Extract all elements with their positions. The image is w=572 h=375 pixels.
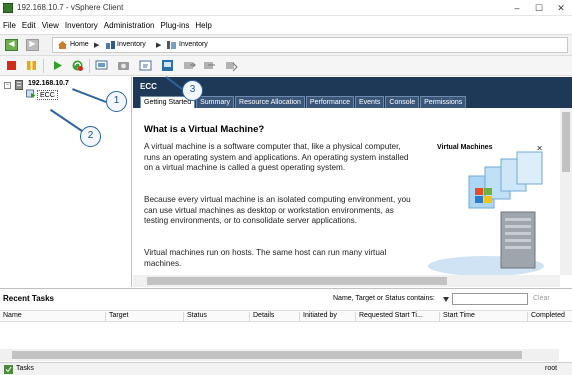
home-icon <box>58 41 67 49</box>
forward-arrow-icon: ▶ <box>29 39 36 48</box>
tab-permissions[interactable]: Permissions <box>420 96 467 108</box>
back-button[interactable]: ◀ <box>5 39 18 51</box>
filter-label: Name, Target or Status contains: <box>333 295 435 302</box>
column-details[interactable]: Details <box>250 312 300 322</box>
virtual-machines-illustration <box>428 151 544 275</box>
tab-console[interactable]: Console <box>385 96 420 108</box>
content-heading: What is a Virtual Machine? <box>144 124 265 135</box>
hosts-clusters-icon <box>167 41 176 49</box>
recent-tasks-title: Recent Tasks <box>3 294 54 303</box>
column-start-time[interactable]: Start Time <box>440 312 528 322</box>
clear-filter-button[interactable]: Clear <box>533 295 550 302</box>
close-window-button[interactable]: ✕ <box>550 0 572 16</box>
console-icon[interactable] <box>161 59 174 72</box>
menu-file[interactable]: File <box>3 21 16 30</box>
breadcrumb: Home ▶ Inventory ▶ Inventory <box>52 37 568 53</box>
toolbar-separator <box>89 59 90 73</box>
window-titlebar: 192.168.10.7 - vSphere Client – ☐ ✕ <box>0 0 572 16</box>
toolbar <box>0 56 572 76</box>
column-target[interactable]: Target <box>106 312 184 322</box>
column-initiated-by[interactable]: Initiated by <box>300 312 356 322</box>
content-paragraph-2: Because every virtual machine is an isol… <box>144 195 411 225</box>
tree-item-host[interactable]: 192.168.10.7 <box>28 80 69 87</box>
power-off-icon[interactable] <box>5 59 18 72</box>
menu-help[interactable]: Help <box>195 21 211 30</box>
breadcrumb-inventory-current[interactable]: Inventory <box>179 41 208 48</box>
menu-administration[interactable]: Administration <box>104 21 155 30</box>
menu-bar: File Edit View Inventory Administration … <box>0 16 572 34</box>
tab-performance[interactable]: Performance <box>305 96 354 108</box>
breadcrumb-separator-icon: ▶ <box>94 42 100 49</box>
snapshot-icon[interactable] <box>117 59 130 72</box>
vsphere-app-icon <box>3 3 13 13</box>
guest-os-icon[interactable] <box>95 59 108 72</box>
breadcrumb-inventory[interactable]: Inventory <box>117 41 146 48</box>
window-controls: – ☐ ✕ <box>506 0 572 16</box>
vm-powered-on-icon <box>26 89 36 98</box>
content-vertical-scrollbar[interactable] <box>560 108 572 275</box>
tab-summary[interactable]: Summary <box>196 96 235 108</box>
recent-tasks-panel: Recent Tasks Name, Target or Status cont… <box>0 288 572 361</box>
revert-snapshot-icon[interactable] <box>139 59 152 72</box>
tab-resource-allocation[interactable]: Resource Allocation <box>235 96 305 108</box>
tasks-table-header: Name Target Status Details Initiated by … <box>0 310 572 322</box>
status-user: root <box>545 365 558 372</box>
suspend-icon[interactable] <box>25 59 38 72</box>
status-bar: Tasks root <box>0 362 572 375</box>
callout-2: 2 <box>80 126 101 147</box>
inventory-icon <box>106 41 115 49</box>
callout-1: 1 <box>106 91 127 112</box>
content-paragraph-3: Virtual machines run on hosts. The same … <box>144 248 387 268</box>
vm-detail-pane: ECC Getting Started Summary Resource All… <box>133 77 572 287</box>
edit-settings-icon[interactable] <box>183 59 196 72</box>
navigation-bar: ◀ ▶ Home ▶ Inventory ▶ Inventory <box>0 34 572 56</box>
illustration-caption: Virtual Machines <box>437 144 493 151</box>
content-paragraph-1: A virtual machine is a software computer… <box>144 142 409 172</box>
tasks-icon <box>4 365 13 374</box>
window-title: 192.168.10.7 - vSphere Client <box>17 3 124 12</box>
clone-icon[interactable] <box>225 59 238 72</box>
power-on-icon[interactable] <box>51 59 64 72</box>
back-arrow-icon: ◀ <box>8 39 15 48</box>
collapse-toggle-icon[interactable]: − <box>4 82 11 89</box>
migrate-icon[interactable] <box>203 59 216 72</box>
menu-inventory[interactable]: Inventory <box>65 21 98 30</box>
task-filter-input[interactable] <box>452 293 528 305</box>
getting-started-content: What is a Virtual Machine? A virtual mac… <box>133 108 560 275</box>
reset-icon[interactable] <box>71 59 84 72</box>
tasks-horizontal-scrollbar[interactable] <box>0 349 559 361</box>
status-tasks-button[interactable]: Tasks <box>16 365 34 372</box>
minimize-button[interactable]: – <box>506 0 528 16</box>
menu-edit[interactable]: Edit <box>22 21 36 30</box>
column-requested-start-time[interactable]: Requested Start Ti... <box>356 312 440 322</box>
forward-button[interactable]: ▶ <box>26 39 39 51</box>
tasks-scroll-thumb[interactable] <box>12 351 522 359</box>
tab-events[interactable]: Events <box>355 96 385 108</box>
toolbar-separator <box>43 59 44 73</box>
tree-item-vm[interactable]: ECC <box>37 90 58 100</box>
filter-dropdown-icon[interactable] <box>443 297 449 302</box>
breadcrumb-separator-icon: ▶ <box>156 42 162 49</box>
vertical-scroll-thumb[interactable] <box>562 112 570 172</box>
column-status[interactable]: Status <box>184 312 250 322</box>
breadcrumb-home[interactable]: Home <box>70 41 89 48</box>
menu-plugins[interactable]: Plug-ins <box>160 21 189 30</box>
host-server-icon <box>15 80 23 90</box>
column-name[interactable]: Name <box>0 312 106 322</box>
maximize-button[interactable]: ☐ <box>528 0 550 16</box>
horizontal-scroll-thumb[interactable] <box>147 277 447 285</box>
content-horizontal-scrollbar[interactable] <box>133 275 560 287</box>
column-completed[interactable]: Completed <box>528 312 572 322</box>
panel-title: ECC <box>140 82 157 91</box>
menu-view[interactable]: View <box>42 21 59 30</box>
callout-3: 3 <box>182 80 203 101</box>
